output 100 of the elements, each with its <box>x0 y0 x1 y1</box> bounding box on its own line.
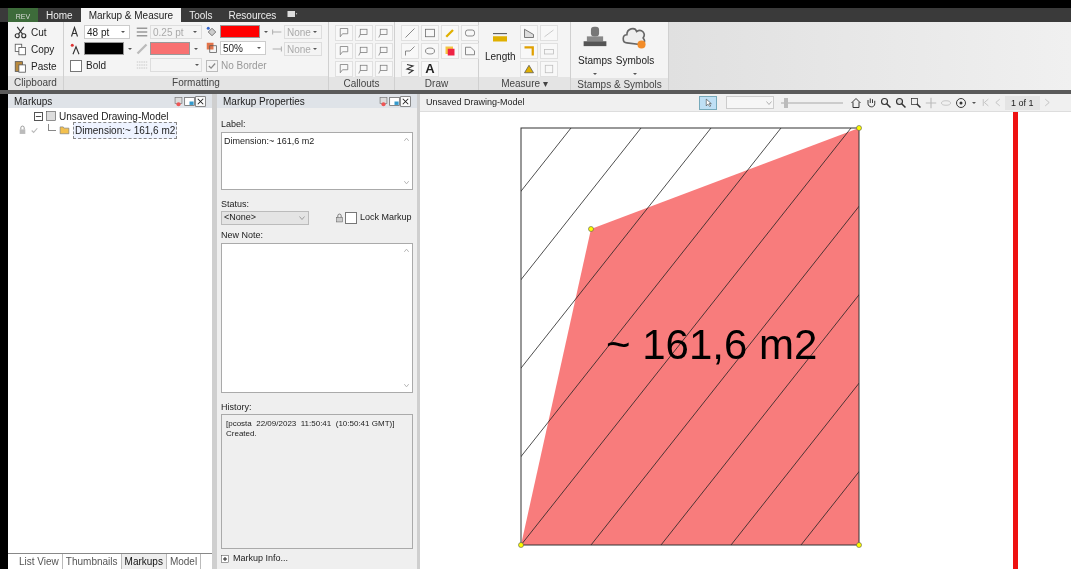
dock-icon[interactable] <box>184 95 195 107</box>
group-label: Formatting <box>64 76 328 90</box>
callout-tool-button[interactable] <box>375 25 393 41</box>
zoom-slider-track[interactable] <box>781 97 843 108</box>
text-color-swatch[interactable] <box>84 42 124 55</box>
transparency-icon <box>206 42 218 54</box>
lock-markup-label: Lock Markup <box>360 211 412 225</box>
rounded-rectangle-tool-button[interactable] <box>461 25 479 41</box>
callout-tool-button[interactable] <box>355 61 373 77</box>
caret-icon <box>311 28 319 36</box>
ribbon-tab[interactable]: Home <box>38 8 81 22</box>
count-tool-button[interactable] <box>539 61 558 77</box>
tree-item[interactable]: Unsaved Drawing-Model <box>59 108 169 124</box>
status-dropdown[interactable]: <None> <box>221 211 309 225</box>
sketch-tool-button[interactable] <box>401 61 419 77</box>
rectangle-tool-button[interactable] <box>421 25 439 41</box>
callout-tool-button[interactable] <box>335 25 353 41</box>
checkmark-icon <box>30 125 39 135</box>
dock-icon[interactable] <box>389 95 400 107</box>
clipboard-icon <box>14 60 27 73</box>
callout-tool-button[interactable] <box>375 61 393 77</box>
font-size-dropdown[interactable]: 48 pt <box>84 25 130 39</box>
lock-markup-checkbox[interactable] <box>345 212 357 224</box>
line-icon <box>404 27 416 39</box>
zoom-dropdown[interactable] <box>726 96 774 109</box>
zoom-window-icon[interactable] <box>895 96 907 109</box>
line-color-swatch[interactable] <box>150 42 190 55</box>
callout-tool-button[interactable] <box>355 43 373 59</box>
stamp-button[interactable]: Stamps <box>577 25 613 78</box>
first-page-icon[interactable] <box>981 98 990 107</box>
panel-title: Markups <box>14 94 54 109</box>
text-tool-button[interactable]: A <box>421 61 439 77</box>
highlighter-icon <box>444 45 456 57</box>
note-field[interactable] <box>221 242 413 393</box>
label-field[interactable]: Dimension:~ 161,6 m2 <box>221 131 413 190</box>
tree-item[interactable]: Dimension:~ 161,6 m2 <box>73 121 178 139</box>
group-label: Draw <box>395 77 478 91</box>
field-label: History: <box>221 400 253 414</box>
expand-toggle[interactable] <box>34 111 43 121</box>
area-tool-button[interactable] <box>519 25 538 41</box>
symbol-button[interactable]: Symbols <box>617 25 653 78</box>
expand-icon[interactable] <box>221 555 229 563</box>
lock-icon <box>18 125 27 135</box>
callout-tool-button[interactable] <box>335 61 353 77</box>
ellipse-icon <box>424 45 436 57</box>
select-tool-button[interactable] <box>699 95 717 110</box>
panel-tab[interactable]: Model <box>166 554 202 569</box>
copy-button[interactable]: Copy <box>14 42 57 57</box>
panel-title: Markup Properties <box>223 94 306 109</box>
rounded-rectangle-icon <box>464 27 476 39</box>
lock-icon <box>335 213 344 223</box>
bold-checkbox[interactable] <box>70 59 82 72</box>
pin-icon[interactable] <box>378 95 389 107</box>
panel-tab[interactable]: Thumbnails <box>62 554 122 569</box>
length-button[interactable]: Length <box>485 25 516 77</box>
paint-bucket-icon <box>206 25 218 38</box>
copy-icon <box>14 43 27 56</box>
zoom-slider-thumb[interactable] <box>783 97 788 108</box>
arc-tool-button[interactable] <box>519 61 538 77</box>
callout-icon <box>378 45 390 57</box>
pencil-icon <box>444 27 456 39</box>
cut-button[interactable]: Cut <box>14 25 57 40</box>
field-label: Label: <box>221 118 247 131</box>
polygon-tool-button[interactable] <box>461 43 479 59</box>
scroll-up-icon <box>402 135 410 143</box>
line-tool-button[interactable] <box>401 25 419 41</box>
paste-button[interactable]: Paste <box>14 59 57 74</box>
callout-tool-button[interactable] <box>355 25 373 41</box>
panel-tab[interactable]: Markups <box>121 554 167 569</box>
viewer-title: Unsaved Drawing-Model <box>426 95 526 109</box>
callout-icon <box>378 27 390 39</box>
markup-info-link[interactable]: Markup Info... <box>233 552 289 566</box>
hand-icon[interactable] <box>865 96 877 109</box>
callout-tool-button[interactable] <box>375 43 393 59</box>
history-entry: [pcosta 22/09/2023 11:50:41 (10:50:41 GMT)] <box>226 419 396 429</box>
pencil-tool-button[interactable] <box>441 25 459 41</box>
folder-icon <box>59 125 70 135</box>
angle-tool-button[interactable] <box>519 43 538 59</box>
fill-color-swatch[interactable] <box>220 25 260 38</box>
close-icon[interactable] <box>195 95 206 107</box>
zoom-icon[interactable] <box>880 96 892 109</box>
ribbon-tab[interactable]: Tools <box>181 8 221 22</box>
close-icon[interactable] <box>400 95 411 107</box>
home-icon[interactable] <box>850 96 862 109</box>
line-width-icon <box>136 26 148 38</box>
ribbon-tab[interactable]: Resources <box>220 8 285 22</box>
zoom-out-icon[interactable] <box>910 96 922 109</box>
callout-tool-button[interactable] <box>335 43 353 59</box>
slope-icon <box>542 27 555 39</box>
ribbon-tab[interactable]: Markup & Measure <box>80 8 182 22</box>
checkmark-icon <box>207 60 217 71</box>
field-label: New Note: <box>221 229 265 242</box>
callout-icon <box>338 27 350 39</box>
steering-wheel-icon[interactable] <box>955 96 967 109</box>
callout-icon <box>378 63 390 75</box>
transparency-dropdown[interactable]: 50% <box>220 41 266 55</box>
callout-icon <box>358 27 370 39</box>
panel-tab[interactable]: List View <box>16 554 63 569</box>
pin-icon[interactable] <box>173 95 184 107</box>
highlight-tool-button[interactable] <box>441 43 459 59</box>
